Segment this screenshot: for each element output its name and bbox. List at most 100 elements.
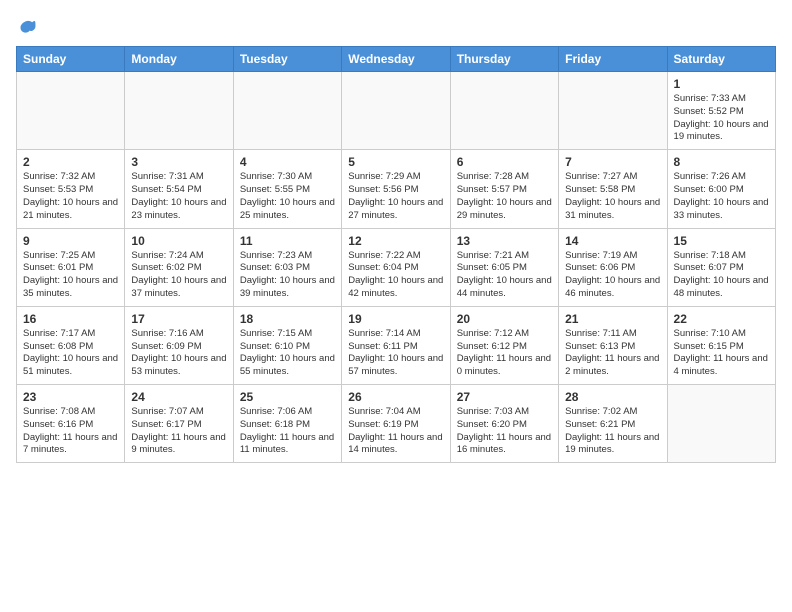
day-info: Sunrise: 7:08 AM Sunset: 6:16 PM Dayligh… [23, 406, 118, 457]
calendar-day-cell: 5 Sunrise: 7:29 AM Sunset: 5:56 PM Daylig… [342, 150, 450, 228]
day-number: 20 [457, 312, 552, 326]
calendar-day-cell: 17 Sunrise: 7:16 AM Sunset: 6:09 PM Dayli… [125, 306, 233, 384]
day-info: Sunrise: 7:15 AM Sunset: 6:10 PM Dayligh… [240, 328, 335, 379]
calendar-day-cell [233, 72, 341, 150]
calendar-day-cell: 16 Sunrise: 7:17 AM Sunset: 6:08 PM Dayli… [17, 306, 125, 384]
calendar-week-row: 2 Sunrise: 7:32 AM Sunset: 5:53 PM Daylig… [17, 150, 776, 228]
calendar-day-cell: 27 Sunrise: 7:03 AM Sunset: 6:20 PM Dayli… [450, 385, 558, 463]
day-info: Sunrise: 7:32 AM Sunset: 5:53 PM Dayligh… [23, 171, 118, 222]
calendar-day-cell: 3 Sunrise: 7:31 AM Sunset: 5:54 PM Daylig… [125, 150, 233, 228]
day-info: Sunrise: 7:16 AM Sunset: 6:09 PM Dayligh… [131, 328, 226, 379]
day-info: Sunrise: 7:23 AM Sunset: 6:03 PM Dayligh… [240, 250, 335, 301]
day-info: Sunrise: 7:30 AM Sunset: 5:55 PM Dayligh… [240, 171, 335, 222]
calendar-day-cell: 7 Sunrise: 7:27 AM Sunset: 5:58 PM Daylig… [559, 150, 667, 228]
day-number: 19 [348, 312, 443, 326]
calendar-day-header: Monday [125, 47, 233, 72]
calendar-day-header: Saturday [667, 47, 775, 72]
page-header [16, 16, 776, 36]
day-info: Sunrise: 7:06 AM Sunset: 6:18 PM Dayligh… [240, 406, 335, 457]
day-number: 18 [240, 312, 335, 326]
day-number: 2 [23, 155, 118, 169]
day-number: 3 [131, 155, 226, 169]
day-number: 5 [348, 155, 443, 169]
calendar-day-cell: 9Sunrise: 7:25 AM Sunset: 6:01 PM Daylig… [17, 228, 125, 306]
day-number: 22 [674, 312, 769, 326]
calendar-day-header: Sunday [17, 47, 125, 72]
day-info: Sunrise: 7:26 AM Sunset: 6:00 PM Dayligh… [674, 171, 769, 222]
calendar-day-cell: 2 Sunrise: 7:32 AM Sunset: 5:53 PM Daylig… [17, 150, 125, 228]
day-info: Sunrise: 7:18 AM Sunset: 6:07 PM Dayligh… [674, 250, 769, 301]
day-info: Sunrise: 7:31 AM Sunset: 5:54 PM Dayligh… [131, 171, 226, 222]
calendar-day-cell: 20 Sunrise: 7:12 AM Sunset: 6:12 PM Dayli… [450, 306, 558, 384]
calendar-week-row: 16 Sunrise: 7:17 AM Sunset: 6:08 PM Dayli… [17, 306, 776, 384]
day-number: 28 [565, 390, 660, 404]
day-info: Sunrise: 7:14 AM Sunset: 6:11 PM Dayligh… [348, 328, 443, 379]
calendar-day-cell: 23 Sunrise: 7:08 AM Sunset: 6:16 PM Dayli… [17, 385, 125, 463]
calendar-day-cell: 19 Sunrise: 7:14 AM Sunset: 6:11 PM Dayli… [342, 306, 450, 384]
calendar-day-cell: 26Sunrise: 7:04 AM Sunset: 6:19 PM Dayli… [342, 385, 450, 463]
day-number: 8 [674, 155, 769, 169]
calendar-day-cell: 14Sunrise: 7:19 AM Sunset: 6:06 PM Dayli… [559, 228, 667, 306]
logo-bird-icon [18, 16, 38, 36]
calendar-header-row: SundayMondayTuesdayWednesdayThursdayFrid… [17, 47, 776, 72]
day-number: 6 [457, 155, 552, 169]
calendar-day-cell: 11 Sunrise: 7:23 AM Sunset: 6:03 PM Dayli… [233, 228, 341, 306]
day-info: Sunrise: 7:11 AM Sunset: 6:13 PM Dayligh… [565, 328, 660, 379]
day-number: 10 [131, 234, 226, 248]
calendar-day-cell [17, 72, 125, 150]
calendar-day-cell [667, 385, 775, 463]
calendar-day-cell [342, 72, 450, 150]
calendar-day-cell: 21 Sunrise: 7:11 AM Sunset: 6:13 PM Dayli… [559, 306, 667, 384]
calendar-day-header: Wednesday [342, 47, 450, 72]
day-number: 9 [23, 234, 118, 248]
day-info: Sunrise: 7:02 AM Sunset: 6:21 PM Dayligh… [565, 406, 660, 457]
day-info: Sunrise: 7:03 AM Sunset: 6:20 PM Dayligh… [457, 406, 552, 457]
calendar-day-cell: 15Sunrise: 7:18 AM Sunset: 6:07 PM Dayli… [667, 228, 775, 306]
day-number: 4 [240, 155, 335, 169]
day-info: Sunrise: 7:29 AM Sunset: 5:56 PM Dayligh… [348, 171, 443, 222]
calendar-day-cell: 10 Sunrise: 7:24 AM Sunset: 6:02 PM Dayli… [125, 228, 233, 306]
calendar-day-header: Thursday [450, 47, 558, 72]
day-info: Sunrise: 7:28 AM Sunset: 5:57 PM Dayligh… [457, 171, 552, 222]
calendar-day-cell: 6 Sunrise: 7:28 AM Sunset: 5:57 PM Daylig… [450, 150, 558, 228]
day-number: 13 [457, 234, 552, 248]
day-number: 25 [240, 390, 335, 404]
calendar-day-header: Tuesday [233, 47, 341, 72]
day-info: Sunrise: 7:27 AM Sunset: 5:58 PM Dayligh… [565, 171, 660, 222]
day-info: Sunrise: 7:12 AM Sunset: 6:12 PM Dayligh… [457, 328, 552, 379]
day-number: 11 [240, 234, 335, 248]
day-number: 17 [131, 312, 226, 326]
day-number: 12 [348, 234, 443, 248]
calendar-day-cell [125, 72, 233, 150]
day-number: 21 [565, 312, 660, 326]
logo [16, 16, 38, 36]
calendar-day-header: Friday [559, 47, 667, 72]
calendar-day-cell: 8 Sunrise: 7:26 AM Sunset: 6:00 PM Daylig… [667, 150, 775, 228]
day-info: Sunrise: 7:33 AM Sunset: 5:52 PM Dayligh… [674, 93, 769, 144]
day-number: 14 [565, 234, 660, 248]
calendar-day-cell: 28 Sunrise: 7:02 AM Sunset: 6:21 PM Dayli… [559, 385, 667, 463]
day-number: 7 [565, 155, 660, 169]
calendar-day-cell: 22 Sunrise: 7:10 AM Sunset: 6:15 PM Dayli… [667, 306, 775, 384]
calendar-day-cell [450, 72, 558, 150]
calendar-week-row: 9Sunrise: 7:25 AM Sunset: 6:01 PM Daylig… [17, 228, 776, 306]
calendar-day-cell: 25 Sunrise: 7:06 AM Sunset: 6:18 PM Dayli… [233, 385, 341, 463]
day-info: Sunrise: 7:17 AM Sunset: 6:08 PM Dayligh… [23, 328, 118, 379]
day-number: 16 [23, 312, 118, 326]
day-number: 23 [23, 390, 118, 404]
calendar-day-cell [559, 72, 667, 150]
day-info: Sunrise: 7:24 AM Sunset: 6:02 PM Dayligh… [131, 250, 226, 301]
calendar-day-cell: 4 Sunrise: 7:30 AM Sunset: 5:55 PM Daylig… [233, 150, 341, 228]
calendar-day-cell: 13 Sunrise: 7:21 AM Sunset: 6:05 PM Dayli… [450, 228, 558, 306]
day-number: 26 [348, 390, 443, 404]
day-info: Sunrise: 7:10 AM Sunset: 6:15 PM Dayligh… [674, 328, 769, 379]
day-number: 24 [131, 390, 226, 404]
day-info: Sunrise: 7:21 AM Sunset: 6:05 PM Dayligh… [457, 250, 552, 301]
calendar-week-row: 23 Sunrise: 7:08 AM Sunset: 6:16 PM Dayli… [17, 385, 776, 463]
calendar-day-cell: 18 Sunrise: 7:15 AM Sunset: 6:10 PM Dayli… [233, 306, 341, 384]
day-number: 27 [457, 390, 552, 404]
calendar-week-row: 1Sunrise: 7:33 AM Sunset: 5:52 PM Daylig… [17, 72, 776, 150]
day-info: Sunrise: 7:22 AM Sunset: 6:04 PM Dayligh… [348, 250, 443, 301]
day-info: Sunrise: 7:07 AM Sunset: 6:17 PM Dayligh… [131, 406, 226, 457]
calendar-table: SundayMondayTuesdayWednesdayThursdayFrid… [16, 46, 776, 463]
